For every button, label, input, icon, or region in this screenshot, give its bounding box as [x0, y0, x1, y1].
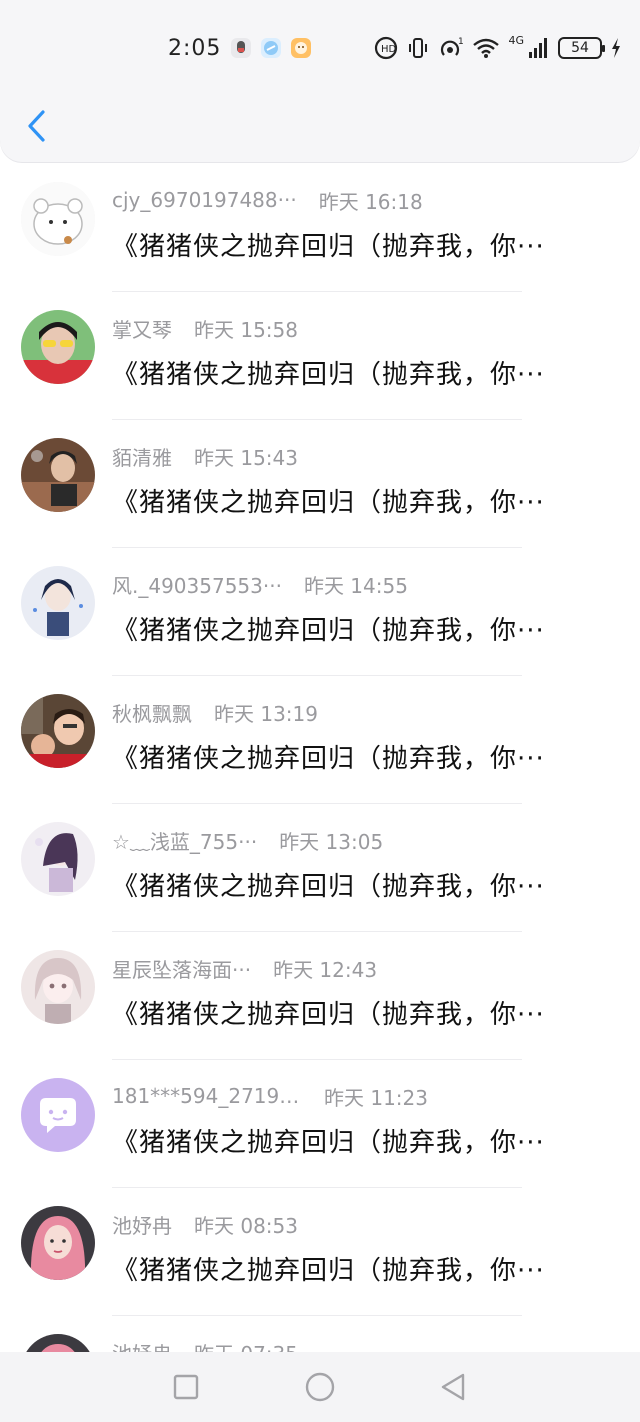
- timestamp: 昨天 16:18: [318, 189, 423, 214]
- list-item[interactable]: 池妤冉 昨天 07:35: [0, 1316, 640, 1354]
- status-left: 2:05: [168, 28, 312, 68]
- recent-apps-icon: [173, 1374, 199, 1400]
- charging-icon: [610, 37, 622, 59]
- avatar[interactable]: [21, 822, 95, 896]
- avatar[interactable]: [21, 182, 95, 256]
- svg-text:HD: HD: [381, 44, 397, 55]
- avatar[interactable]: [21, 1334, 95, 1354]
- app-notification-icon: [231, 38, 252, 58]
- browser-icon: [261, 38, 282, 58]
- nav-bar: [0, 96, 640, 156]
- top-header: 2:05 HD 1 4G 54: [0, 0, 640, 162]
- status-right: HD 1 4G 54: [374, 28, 622, 68]
- list-item[interactable]: ☆﹏浅蓝_755··· 昨天 13:05 《猪猪侠之抛弃回归（抛弃我，你···: [0, 804, 640, 932]
- sender-name: ☆﹏浅蓝_755···: [112, 829, 258, 854]
- list-item[interactable]: 星辰坠落海面··· 昨天 12:43 《猪猪侠之抛弃回归（抛弃我，你···: [0, 932, 640, 1060]
- sender-name: cjy_6970197488···: [112, 188, 297, 212]
- meta: 池妤冉 昨天 08:53: [112, 1210, 298, 1238]
- message-preview: 《猪猪侠之抛弃回归（抛弃我，你···: [112, 1000, 545, 1030]
- back-button[interactable]: [16, 104, 56, 148]
- recent-apps-button[interactable]: [168, 1369, 204, 1405]
- meta: 秋枫飘飘 昨天 13:19: [112, 698, 318, 726]
- status-time: 2:05: [168, 35, 222, 61]
- vibrate-icon: [406, 36, 430, 60]
- message-preview: 《猪猪侠之抛弃回归（抛弃我，你···: [112, 872, 545, 902]
- game-app-icon: [291, 38, 312, 58]
- message-list: cjy_6970197488··· 昨天 16:18 《猪猪侠之抛弃回归（抛弃我…: [0, 164, 640, 1354]
- list-item[interactable]: 秋枫飘飘 昨天 13:19 《猪猪侠之抛弃回归（抛弃我，你···: [0, 676, 640, 804]
- timestamp: 昨天 15:58: [194, 317, 298, 342]
- meta: 貊清雅 昨天 15:43: [112, 442, 298, 470]
- system-nav-bar: [0, 1352, 640, 1422]
- timestamp: 昨天 14:55: [303, 573, 408, 598]
- meta: 掌又琴 昨天 15:58: [112, 314, 298, 342]
- list-item[interactable]: 风._490357553··· 昨天 14:55 《猪猪侠之抛弃回归（抛弃我，你…: [0, 548, 640, 676]
- sender-name: 池妤冉: [112, 1213, 172, 1238]
- sender-name: 掌又琴: [112, 317, 172, 342]
- sender-name: 181***594_27197···: [112, 1084, 302, 1108]
- svg-text:1: 1: [458, 37, 464, 47]
- avatar[interactable]: [21, 950, 95, 1024]
- timestamp: 昨天 15:43: [194, 445, 298, 470]
- avatar[interactable]: [21, 694, 95, 768]
- timestamp: 昨天 12:43: [273, 957, 378, 982]
- status-bar: 2:05 HD 1 4G 54: [0, 28, 640, 68]
- battery-icon: 54: [558, 37, 605, 59]
- chevron-left-icon: [28, 110, 45, 142]
- list-item[interactable]: cjy_6970197488··· 昨天 16:18 《猪猪侠之抛弃回归（抛弃我…: [0, 164, 640, 292]
- meta: cjy_6970197488··· 昨天 16:18: [112, 186, 423, 214]
- message-preview: 《猪猪侠之抛弃回归（抛弃我，你···: [112, 1256, 545, 1286]
- home-icon: [305, 1372, 335, 1402]
- timestamp: 昨天 13:19: [214, 701, 318, 726]
- timestamp: 昨天 11:23: [324, 1085, 428, 1110]
- meta: 181***594_27197··· 昨天 11:23: [112, 1082, 428, 1110]
- message-preview: 《猪猪侠之抛弃回归（抛弃我，你···: [112, 744, 545, 774]
- meta: 风._490357553··· 昨天 14:55: [112, 570, 408, 598]
- message-preview: 《猪猪侠之抛弃回归（抛弃我，你···: [112, 360, 545, 390]
- signal-icon: [528, 37, 550, 59]
- list-item[interactable]: 掌又琴 昨天 15:58 《猪猪侠之抛弃回归（抛弃我，你···: [0, 292, 640, 420]
- message-preview: 《猪猪侠之抛弃回归（抛弃我，你···: [112, 232, 545, 262]
- list-item[interactable]: 貊清雅 昨天 15:43 《猪猪侠之抛弃回归（抛弃我，你···: [0, 420, 640, 548]
- hd-voice-icon: HD: [374, 36, 398, 60]
- sender-name: 星辰坠落海面···: [112, 957, 252, 982]
- avatar[interactable]: [21, 1206, 95, 1280]
- message-preview: 《猪猪侠之抛弃回归（抛弃我，你···: [112, 1128, 545, 1158]
- meta: ☆﹏浅蓝_755··· 昨天 13:05: [112, 826, 383, 854]
- message-preview: 《猪猪侠之抛弃回归（抛弃我，你···: [112, 616, 545, 646]
- timestamp: 昨天 13:05: [279, 829, 384, 854]
- list-item[interactable]: 181***594_27197··· 昨天 11:23 《猪猪侠之抛弃回归（抛弃…: [0, 1060, 640, 1188]
- sender-name: 秋枫飘飘: [112, 701, 192, 726]
- back-triangle-icon: [441, 1373, 465, 1401]
- list-item[interactable]: 池妤冉 昨天 08:53 《猪猪侠之抛弃回归（抛弃我，你···: [0, 1188, 640, 1316]
- avatar[interactable]: [21, 438, 95, 512]
- meta: 星辰坠落海面··· 昨天 12:43: [112, 954, 377, 982]
- sender-name: 风._490357553···: [112, 573, 282, 598]
- network-type: 4G: [508, 34, 524, 47]
- avatar[interactable]: [21, 310, 95, 384]
- system-back-button[interactable]: [436, 1369, 472, 1405]
- home-button[interactable]: [302, 1369, 338, 1405]
- avatar[interactable]: [21, 566, 95, 640]
- avatar[interactable]: [21, 1078, 95, 1152]
- sender-name: 貊清雅: [112, 445, 172, 470]
- phone-screen: 2:05 HD 1 4G 54 cjy_6970197488··· 昨天 16:…: [0, 0, 640, 1422]
- battery-level: 54: [571, 40, 589, 56]
- wifi-icon: [472, 37, 500, 59]
- hotspot-icon: 1: [438, 36, 464, 60]
- message-preview: 《猪猪侠之抛弃回归（抛弃我，你···: [112, 488, 545, 518]
- timestamp: 昨天 08:53: [194, 1213, 298, 1238]
